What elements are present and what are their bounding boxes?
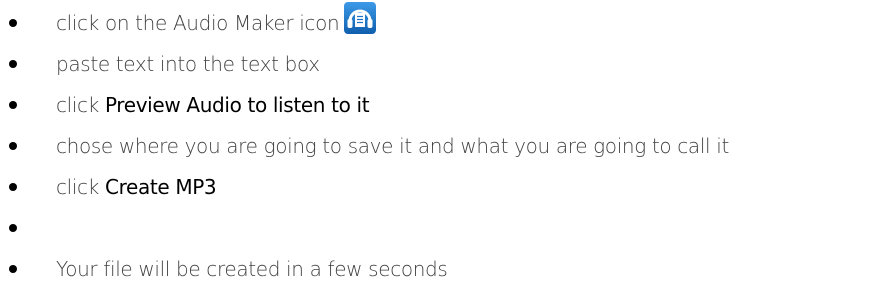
- list-item: paste text into the text box: [0, 44, 870, 84]
- bullet-icon: [9, 183, 17, 191]
- bullet-icon: [9, 265, 17, 273]
- step-text: click on the Audio Maker icon: [56, 2, 377, 37]
- bullet-icon: [9, 60, 17, 68]
- bullet-icon: [9, 19, 17, 27]
- bullet-icon: [9, 101, 17, 109]
- step-text: chose where you are going to save it and…: [56, 134, 729, 158]
- instruction-document: click on the Audio Maker icon paste text…: [0, 0, 870, 302]
- step-text: Your file will be created in a few secon…: [56, 257, 448, 281]
- list-item: chose where you are going to save it and…: [0, 126, 870, 166]
- list-item: click on the Audio Maker icon: [0, 2, 870, 43]
- step-text: paste text into the text box: [56, 52, 320, 76]
- step-text: click Preview Audio to listen to it: [56, 93, 370, 117]
- list-item: [0, 208, 870, 248]
- bullet-icon: [9, 142, 17, 150]
- step-text: click Create MP3: [56, 175, 217, 199]
- list-item: click Create MP3: [0, 167, 870, 207]
- headphones-document-icon: [344, 2, 377, 34]
- bullet-icon: [9, 224, 17, 232]
- list-item: Your file will be created in a few secon…: [0, 249, 870, 289]
- emphasized-text: Create MP3: [104, 175, 217, 199]
- list-item: click Preview Audio to listen to it: [0, 85, 870, 125]
- emphasized-text: Preview Audio to listen to it: [104, 93, 370, 117]
